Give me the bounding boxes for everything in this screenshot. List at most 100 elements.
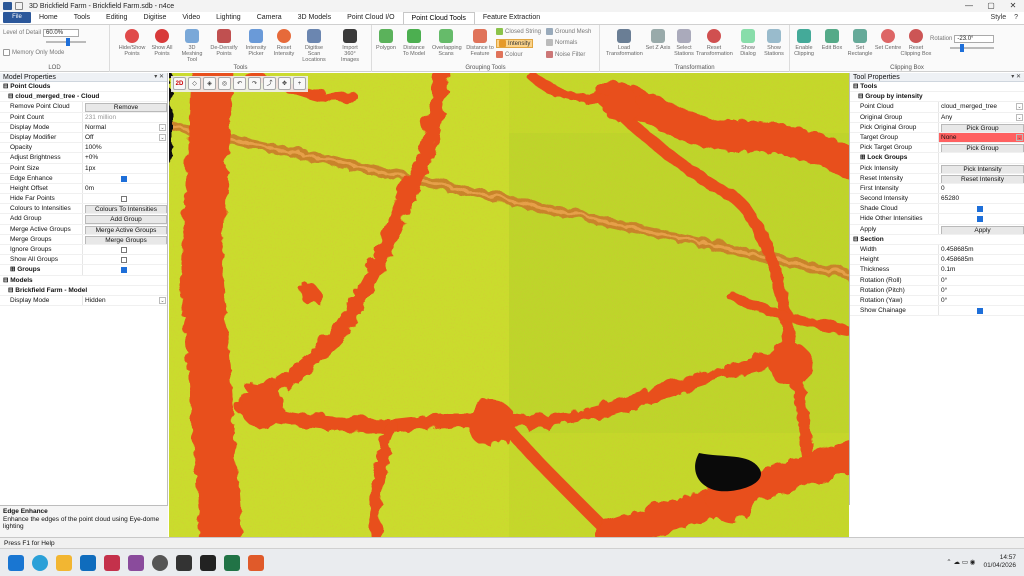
clock[interactable]: 14:57 01/04/2026 <box>983 554 1016 570</box>
ground-mesh-button[interactable]: Ground Mesh <box>546 28 591 35</box>
memory-only-toggle[interactable]: Memory Only Mode <box>3 49 64 56</box>
property-value[interactable]: 0° <box>938 285 1024 295</box>
chevron-down-icon[interactable]: ⌄ <box>1016 113 1023 121</box>
property-button[interactable]: Remove <box>85 103 167 112</box>
property-value[interactable]: Hidden ⌄ <box>82 295 167 306</box>
set-centre-button[interactable]: Set Centre <box>874 29 902 51</box>
load-transformation-button[interactable]: Load Transformation <box>606 29 643 57</box>
tab-editing[interactable]: Editing <box>98 12 135 24</box>
minimize-button[interactable]: — <box>958 0 980 12</box>
rotation-slider[interactable] <box>950 44 994 52</box>
chevron-down-icon[interactable]: ⌄ <box>159 123 166 131</box>
outlook-icon[interactable] <box>80 555 96 571</box>
property-value[interactable]: 0° <box>938 295 1024 306</box>
property-value[interactable]: +0% <box>82 153 167 163</box>
point-cloud-viewport[interactable] <box>169 73 849 537</box>
edge-icon[interactable] <box>32 555 48 571</box>
de-densify-points-button[interactable]: De-Densify Points <box>210 29 238 57</box>
property-value[interactable]: 0 <box>938 183 1024 194</box>
plan-view-icon[interactable]: ◇ <box>188 77 201 90</box>
property-value[interactable]: 0m <box>82 183 167 194</box>
tilt-icon[interactable]: ⤴ <box>263 77 276 90</box>
3d-meshing-tool-button[interactable]: 3D Meshing Tool <box>178 29 206 63</box>
overlapping-scans-button[interactable]: Overlapping Scans <box>432 29 462 57</box>
checkbox[interactable] <box>977 206 983 213</box>
polygon-button[interactable]: Polygon <box>372 29 400 51</box>
noise-filter-button[interactable]: Noise Filter <box>546 51 585 58</box>
property-value[interactable]: 231 million <box>82 112 167 122</box>
enable-clipping-button[interactable]: Enable Clipping <box>790 29 818 57</box>
property-button[interactable]: Merge Active Groups <box>85 225 167 234</box>
import-360-images-button[interactable]: Import 360° Images <box>336 29 364 63</box>
chevron-down-icon[interactable]: ⌄ <box>159 133 166 141</box>
edit-box-button[interactable]: Edit Box <box>818 29 846 51</box>
tab-video[interactable]: Video <box>174 12 208 24</box>
tab-3d-models[interactable]: 3D Models <box>290 12 339 24</box>
app-icon[interactable] <box>152 555 168 571</box>
checkbox[interactable] <box>121 257 127 264</box>
access-icon[interactable] <box>104 555 120 571</box>
rotation-input[interactable]: -23.0° <box>954 35 995 43</box>
maximize-button[interactable]: ▢ <box>980 0 1002 12</box>
property-value[interactable]: 1px <box>82 163 167 173</box>
file-explorer-icon[interactable] <box>56 555 72 571</box>
tab-point-cloud-io[interactable]: Point Cloud I/O <box>339 12 402 24</box>
property-value[interactable]: 0.1m <box>938 265 1024 275</box>
tab-point-cloud-tools[interactable]: Point Cloud Tools <box>402 12 475 24</box>
file-menu-button[interactable]: File <box>3 12 31 23</box>
property-value[interactable]: 0° <box>938 275 1024 285</box>
chevron-down-icon[interactable]: ⌄ <box>1016 133 1023 141</box>
property-button[interactable]: Add Group <box>85 215 167 224</box>
show-stations-button[interactable]: Show Stations <box>760 29 788 57</box>
property-button[interactable]: Pick Group <box>941 144 1024 153</box>
closed-string-button[interactable]: Closed String <box>496 28 541 35</box>
property-value[interactable]: Normal ⌄ <box>82 122 167 132</box>
intensity-button[interactable]: Intensity <box>496 39 534 48</box>
tab-feature-extraction[interactable]: Feature Extraction <box>475 12 548 24</box>
close-button[interactable]: ✕ <box>1002 0 1024 12</box>
set-rectangle-button[interactable]: Set Rectangle <box>846 29 874 57</box>
start-icon[interactable] <box>8 555 24 571</box>
pin-icon[interactable]: ▾ ✕ <box>1011 73 1021 82</box>
tab-home[interactable]: Home <box>31 12 66 24</box>
property-value[interactable]: Any ⌄ <box>938 112 1024 122</box>
tab-digitise[interactable]: Digitise <box>135 12 174 24</box>
tray-icons[interactable]: ⌃ ☁ ▭ ◉ <box>946 558 975 566</box>
2d-mode-button[interactable]: 2D <box>173 77 186 90</box>
normals-button[interactable]: Normals <box>546 39 577 46</box>
app-icon[interactable] <box>200 555 216 571</box>
checkbox[interactable] <box>121 267 127 274</box>
show-all-points-button[interactable]: Show All Points <box>148 29 176 57</box>
property-button[interactable]: Reset Intensity <box>941 174 1024 183</box>
chevron-down-icon[interactable]: ⌄ <box>1016 103 1023 111</box>
rotate-right-icon[interactable]: ↷ <box>248 77 261 90</box>
select-stations-button[interactable]: Select Stations <box>670 29 698 57</box>
intensity-picker-button[interactable]: Intensity Picker <box>242 29 270 57</box>
chevron-down-icon[interactable]: ⌄ <box>159 296 166 304</box>
checkbox[interactable] <box>121 196 127 203</box>
property-value[interactable]: cloud_merged_tree ⌄ <box>938 102 1024 112</box>
property-value[interactable]: 0.458685m <box>938 255 1024 265</box>
property-value[interactable] <box>938 153 1024 163</box>
checkbox[interactable] <box>977 308 983 315</box>
front-view-icon[interactable]: ◈ <box>203 77 216 90</box>
property-value[interactable]: 65280 <box>938 194 1024 204</box>
app-icon[interactable] <box>128 555 144 571</box>
property-button[interactable]: Apply <box>941 225 1024 234</box>
property-button[interactable]: Merge Groups <box>85 235 167 244</box>
rotate-left-icon[interactable]: ↶ <box>233 77 246 90</box>
app-icon[interactable] <box>248 555 264 571</box>
lod-input[interactable]: 60.0% <box>43 29 80 37</box>
orbit-icon[interactable]: ◎ <box>218 77 231 90</box>
property-value[interactable]: None ⌄ <box>938 132 1024 143</box>
property-button[interactable]: Pick Intensity <box>941 164 1024 173</box>
property-button[interactable]: Pick Group <box>941 123 1024 132</box>
reset-transformation-button[interactable]: Reset Transformation <box>696 29 733 57</box>
digitise-scan-locations-button[interactable]: Digitise Scan Locations <box>300 29 328 63</box>
show-dialog-button[interactable]: Show Dialog <box>734 29 762 57</box>
hide-show-points-button[interactable]: Hide/Show Points <box>118 29 146 57</box>
checkbox[interactable] <box>121 247 127 253</box>
pan-icon[interactable]: ✥ <box>278 77 291 90</box>
checkbox[interactable] <box>977 216 983 223</box>
reset-intensity-button[interactable]: Reset Intensity <box>270 29 298 57</box>
